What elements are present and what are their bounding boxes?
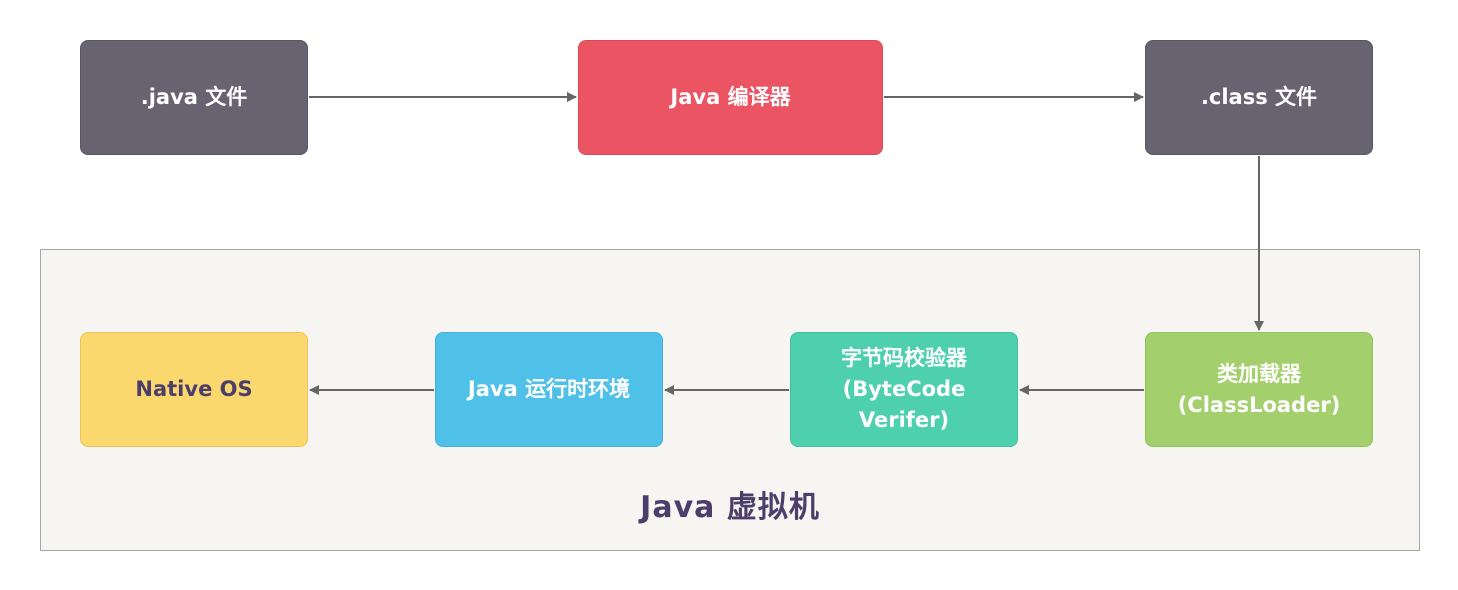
bytecode-verifier-sublabel-2: Verifer) — [858, 408, 950, 432]
class-loader-node: 类加载器 (ClassLoader) — [1145, 332, 1373, 447]
java-file-label: .java 文件 — [140, 85, 248, 109]
native-os-node: Native OS — [80, 332, 308, 447]
java-file-node: .java 文件 — [80, 40, 308, 155]
java-compiler-label: Java 编译器 — [670, 85, 791, 109]
class-loader-sublabel: (ClassLoader) — [1177, 392, 1341, 417]
class-file-label: .class 文件 — [1200, 85, 1318, 109]
bytecode-verifier-label: 字节码校验器 — [841, 346, 967, 370]
jvm-region-label: Java 虚拟机 — [640, 490, 820, 525]
bytecode-verifier-node: 字节码校验器 (ByteCode Verifer) — [790, 332, 1018, 447]
java-runtime-label: Java 运行时环境 — [467, 377, 631, 401]
class-loader-label: 类加载器 — [1217, 361, 1301, 386]
native-os-label: Native OS — [135, 377, 253, 401]
bytecode-verifier-sublabel-1: (ByteCode — [842, 377, 966, 401]
class-file-node: .class 文件 — [1145, 40, 1373, 155]
java-compiler-node: Java 编译器 — [578, 40, 883, 155]
java-runtime-node: Java 运行时环境 — [435, 332, 663, 447]
